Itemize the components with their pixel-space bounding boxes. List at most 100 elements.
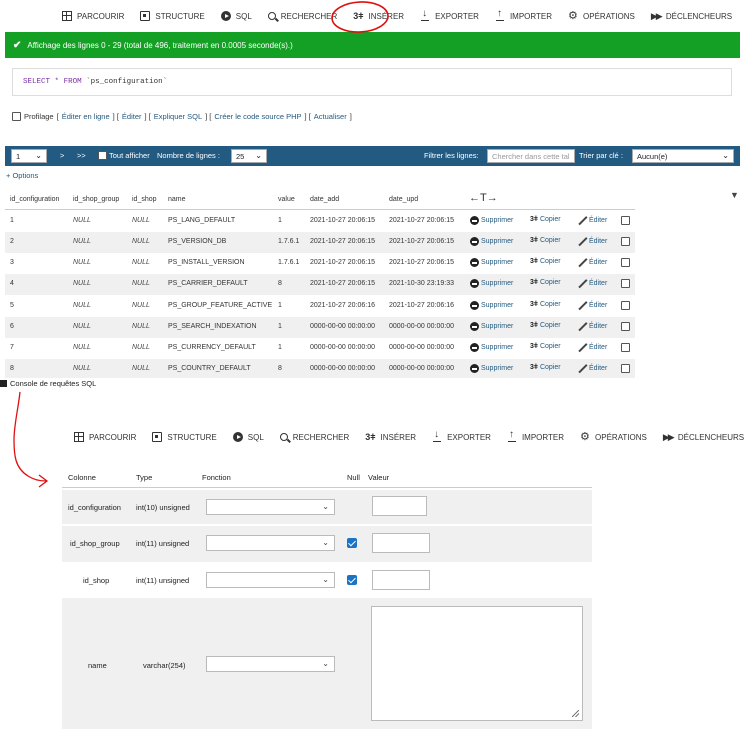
tab-inserer[interactable]: 3ǂ INSÉRER bbox=[345, 11, 412, 21]
link-edit[interactable]: Éditer bbox=[122, 112, 142, 121]
delete-label: Supprimer bbox=[481, 217, 514, 224]
delete-icon bbox=[470, 237, 479, 246]
tab-structure[interactable]: STRUCTURE bbox=[144, 432, 224, 442]
sql-console-tab[interactable]: Console de requêtes SQL bbox=[0, 378, 101, 389]
tab-operations[interactable]: ⚙ OPÉRATIONS bbox=[572, 432, 655, 443]
edit-button[interactable]: Éditer bbox=[578, 343, 607, 352]
row-checkbox[interactable] bbox=[621, 343, 630, 352]
profiling-checkbox[interactable] bbox=[12, 112, 21, 121]
col-header-id-shop[interactable]: id_shop bbox=[132, 196, 157, 203]
edit-button[interactable]: Éditer bbox=[578, 364, 607, 373]
tab-exporter[interactable]: EXPORTER bbox=[424, 429, 499, 442]
cell-id-shop-group: NULL bbox=[73, 302, 91, 309]
cell-value: 8 bbox=[278, 365, 282, 372]
col-header-name[interactable]: name bbox=[168, 196, 186, 203]
tab-label: RECHERCHER bbox=[292, 432, 350, 442]
rows-count-select[interactable]: 25 ⌄ bbox=[231, 149, 267, 163]
sql-query-box[interactable]: SELECT * FROM `ps_configuration` bbox=[12, 68, 732, 96]
delete-button[interactable]: Supprimer bbox=[470, 237, 513, 246]
cell-date-upd: 2021-10-27 20:06:15 bbox=[389, 217, 454, 224]
insert-form-header: Colonne Type Fonction Null Valeur bbox=[62, 470, 592, 488]
row-checkbox[interactable] bbox=[621, 258, 630, 267]
cell-id-shop-group: NULL bbox=[73, 280, 91, 287]
function-select[interactable]: ⌄ bbox=[206, 656, 335, 672]
last-page-button[interactable]: >> bbox=[77, 151, 86, 160]
delete-button[interactable]: Supprimer bbox=[470, 301, 513, 310]
row-checkbox[interactable] bbox=[621, 364, 630, 373]
col-header-date-upd[interactable]: date_upd bbox=[389, 196, 418, 203]
edit-button[interactable]: Éditer bbox=[578, 322, 607, 331]
show-all-checkbox[interactable] bbox=[98, 151, 107, 160]
delete-button[interactable]: Supprimer bbox=[470, 279, 513, 288]
tab-declencheurs[interactable]: ▶▶ DÉCLENCHEURS bbox=[643, 11, 740, 21]
null-checkbox[interactable] bbox=[347, 538, 357, 548]
edit-button[interactable]: Éditer bbox=[578, 237, 607, 246]
delete-button[interactable]: Supprimer bbox=[470, 216, 513, 225]
sort-select[interactable]: Aucun(e) ⌄ bbox=[632, 149, 734, 163]
tab-rechercher[interactable]: RECHERCHER bbox=[272, 433, 357, 442]
delete-button[interactable]: Supprimer bbox=[470, 258, 513, 267]
copy-button[interactable]: 3ǂ Copier bbox=[530, 343, 561, 350]
value-input[interactable] bbox=[372, 533, 430, 553]
tab-exporter[interactable]: EXPORTER bbox=[412, 8, 487, 21]
copy-button[interactable]: 3ǂ Copier bbox=[530, 322, 561, 329]
link-refresh[interactable]: Actualiser bbox=[314, 112, 347, 121]
column-resize-arrows[interactable]: ←T→ bbox=[469, 192, 498, 204]
value-input[interactable] bbox=[372, 496, 427, 516]
row-checkbox[interactable] bbox=[621, 237, 630, 246]
copy-button[interactable]: 3ǂ Copier bbox=[530, 258, 561, 265]
cell-id-shop: NULL bbox=[132, 217, 150, 224]
copy-button[interactable]: 3ǂ Copier bbox=[530, 237, 561, 244]
tab-declencheurs[interactable]: ▶▶ DÉCLENCHEURS bbox=[655, 432, 745, 442]
null-checkbox[interactable] bbox=[347, 575, 357, 585]
tab-importer[interactable]: IMPORTER bbox=[499, 429, 572, 442]
edit-button[interactable]: Éditer bbox=[578, 216, 607, 225]
row-checkbox[interactable] bbox=[621, 301, 630, 310]
page-select[interactable]: 1 ⌄ bbox=[11, 149, 47, 163]
edit-button[interactable]: Éditer bbox=[578, 258, 607, 267]
delete-button[interactable]: Supprimer bbox=[470, 343, 513, 352]
value-input[interactable] bbox=[372, 570, 430, 590]
tab-parcourir[interactable]: PARCOURIR bbox=[54, 11, 132, 21]
col-header-id-configuration[interactable]: id_configuration bbox=[10, 196, 59, 203]
copy-button[interactable]: 3ǂ Copier bbox=[530, 301, 561, 308]
copy-button[interactable]: 3ǂ Copier bbox=[530, 364, 561, 371]
link-edit-inline[interactable]: Éditer en ligne bbox=[62, 112, 110, 121]
tab-sql[interactable]: SQL bbox=[213, 11, 260, 21]
delete-button[interactable]: Supprimer bbox=[470, 322, 513, 331]
tab-structure[interactable]: STRUCTURE bbox=[132, 11, 212, 21]
copy-button[interactable]: 3ǂ Copier bbox=[530, 279, 561, 286]
link-explain-sql[interactable]: Expliquer SQL bbox=[154, 112, 202, 121]
cell-value: 1.7.6.1 bbox=[278, 238, 300, 245]
function-select[interactable]: ⌄ bbox=[206, 572, 335, 588]
row-checkbox[interactable] bbox=[621, 322, 630, 331]
cell-id-shop-group: NULL bbox=[73, 238, 91, 245]
edit-button[interactable]: Éditer bbox=[578, 279, 607, 288]
row-checkbox[interactable] bbox=[621, 279, 630, 288]
col-header-date-add[interactable]: date_add bbox=[310, 196, 339, 203]
tab-importer[interactable]: IMPORTER bbox=[487, 8, 560, 21]
cell-id: 4 bbox=[10, 280, 14, 287]
filter-input[interactable]: Chercher dans cette tal bbox=[487, 149, 575, 163]
tab-parcourir[interactable]: PARCOURIR bbox=[66, 432, 144, 442]
link-create-php[interactable]: Créer le code source PHP bbox=[214, 112, 301, 121]
tab-operations[interactable]: ⚙ OPÉRATIONS bbox=[560, 11, 643, 22]
options-link[interactable]: + Options bbox=[6, 171, 38, 180]
col-header-id-shop-group[interactable]: id_shop_group bbox=[73, 196, 119, 203]
delete-button[interactable]: Supprimer bbox=[470, 364, 513, 373]
col-header-value[interactable]: value bbox=[278, 196, 295, 203]
next-page-button[interactable]: > bbox=[60, 151, 64, 160]
tab-inserer[interactable]: 3ǂ INSÉRER bbox=[357, 432, 424, 442]
export-icon bbox=[420, 8, 430, 21]
function-select[interactable]: ⌄ bbox=[206, 499, 335, 515]
edit-button[interactable]: Éditer bbox=[578, 301, 607, 310]
copy-button[interactable]: 3ǂ Copier bbox=[530, 216, 561, 223]
row-checkbox[interactable] bbox=[621, 216, 630, 225]
function-select[interactable]: ⌄ bbox=[206, 535, 335, 551]
resize-handle-icon[interactable] bbox=[572, 710, 579, 717]
tab-sql[interactable]: SQL bbox=[225, 432, 272, 442]
cell-name: PS_SEARCH_INDEXATION bbox=[168, 323, 257, 330]
tab-rechercher[interactable]: RECHERCHER bbox=[260, 12, 345, 21]
value-textarea[interactable] bbox=[371, 606, 583, 721]
chevron-down-icon[interactable]: ▼ bbox=[730, 190, 739, 200]
